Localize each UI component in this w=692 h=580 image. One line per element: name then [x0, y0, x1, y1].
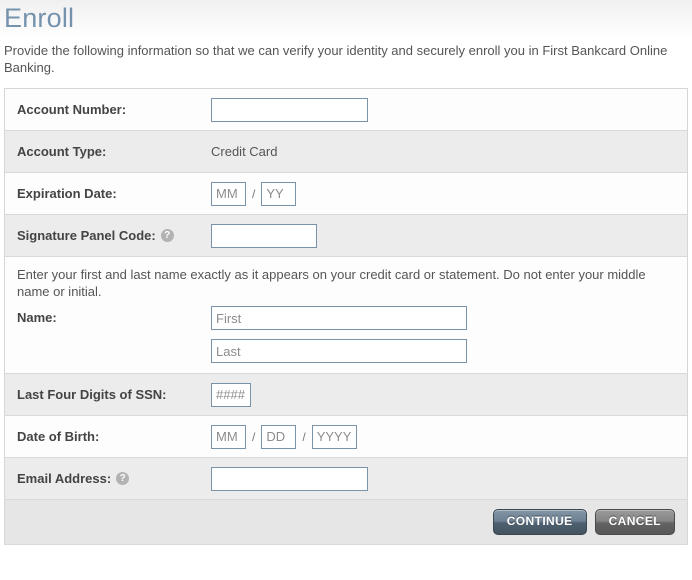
page-title: Enroll [4, 3, 75, 33]
intro-text: Provide the following information so tha… [4, 43, 668, 75]
field-expiration-date: / [211, 181, 687, 206]
row-name: Enter your first and last name exactly a… [5, 257, 687, 374]
field-account-number [211, 97, 687, 122]
account-type-value: Credit Card [211, 144, 278, 159]
row-expiration-date: Expiration Date: / [5, 173, 687, 215]
signature-panel-code-input[interactable] [211, 223, 317, 248]
account-number-input[interactable] [211, 97, 368, 122]
first-name-input[interactable] [211, 306, 467, 330]
field-signature-panel-code [211, 223, 687, 248]
account-number-label-text: Account Number: [17, 102, 127, 117]
label-expiration-date: Expiration Date: [5, 186, 211, 201]
label-ssn: Last Four Digits of SSN: [5, 387, 211, 402]
label-account-number: Account Number: [5, 102, 211, 117]
row-ssn: Last Four Digits of SSN: [5, 374, 687, 416]
row-signature-panel-code: Signature Panel Code: ? [5, 215, 687, 257]
row-account-number: Account Number: [5, 89, 687, 131]
row-account-type: Account Type: Credit Card [5, 131, 687, 173]
ssn-label-text: Last Four Digits of SSN: [17, 387, 167, 402]
expiration-date-label-text: Expiration Date: [17, 186, 117, 201]
field-name [211, 306, 467, 363]
account-type-label-text: Account Type: [17, 144, 107, 159]
name-instruction-text: Enter your first and last name exactly a… [17, 267, 646, 299]
label-account-type: Account Type: [5, 144, 211, 159]
field-account-type: Credit Card [211, 144, 687, 159]
row-email-address: Email Address: ? [5, 458, 687, 500]
field-ssn [211, 382, 687, 407]
field-date-of-birth: / / [211, 424, 687, 449]
expiration-year-input[interactable] [261, 181, 297, 206]
label-date-of-birth: Date of Birth: [5, 429, 211, 444]
dob-separator-1: / [252, 429, 256, 444]
help-icon[interactable]: ? [160, 229, 174, 242]
expiration-date-separator: / [252, 186, 256, 201]
email-address-label-text: Email Address: [17, 471, 112, 486]
enroll-form: Account Number: Account Type: Credit Car… [4, 88, 688, 545]
ssn-input[interactable] [211, 382, 251, 407]
date-of-birth-label-text: Date of Birth: [17, 429, 100, 444]
name-block: Enter your first and last name exactly a… [5, 257, 687, 373]
label-name: Name: [5, 306, 211, 325]
help-icon[interactable]: ? [116, 472, 130, 485]
enroll-page: Enroll Provide the following information… [0, 0, 692, 580]
dob-separator-2: / [302, 429, 306, 444]
dob-month-input[interactable] [211, 424, 246, 449]
dob-day-input[interactable] [261, 424, 297, 449]
email-address-input[interactable] [211, 466, 368, 491]
field-email-address [211, 466, 687, 491]
expiration-month-input[interactable] [211, 181, 246, 206]
last-name-input[interactable] [211, 339, 467, 363]
signature-panel-code-label-text: Signature Panel Code: [17, 228, 156, 243]
row-date-of-birth: Date of Birth: / / [5, 416, 687, 458]
dob-year-input[interactable] [311, 424, 357, 449]
cancel-button[interactable]: CANCEL [594, 509, 675, 535]
name-label-text: Name: [17, 310, 57, 325]
label-signature-panel-code: Signature Panel Code: ? [5, 228, 211, 243]
continue-button[interactable]: CONTINUE [492, 509, 587, 535]
label-email-address: Email Address: ? [5, 471, 211, 486]
form-footer: CONTINUE CANCEL [5, 500, 687, 545]
name-fields-row: Name: [5, 306, 687, 373]
